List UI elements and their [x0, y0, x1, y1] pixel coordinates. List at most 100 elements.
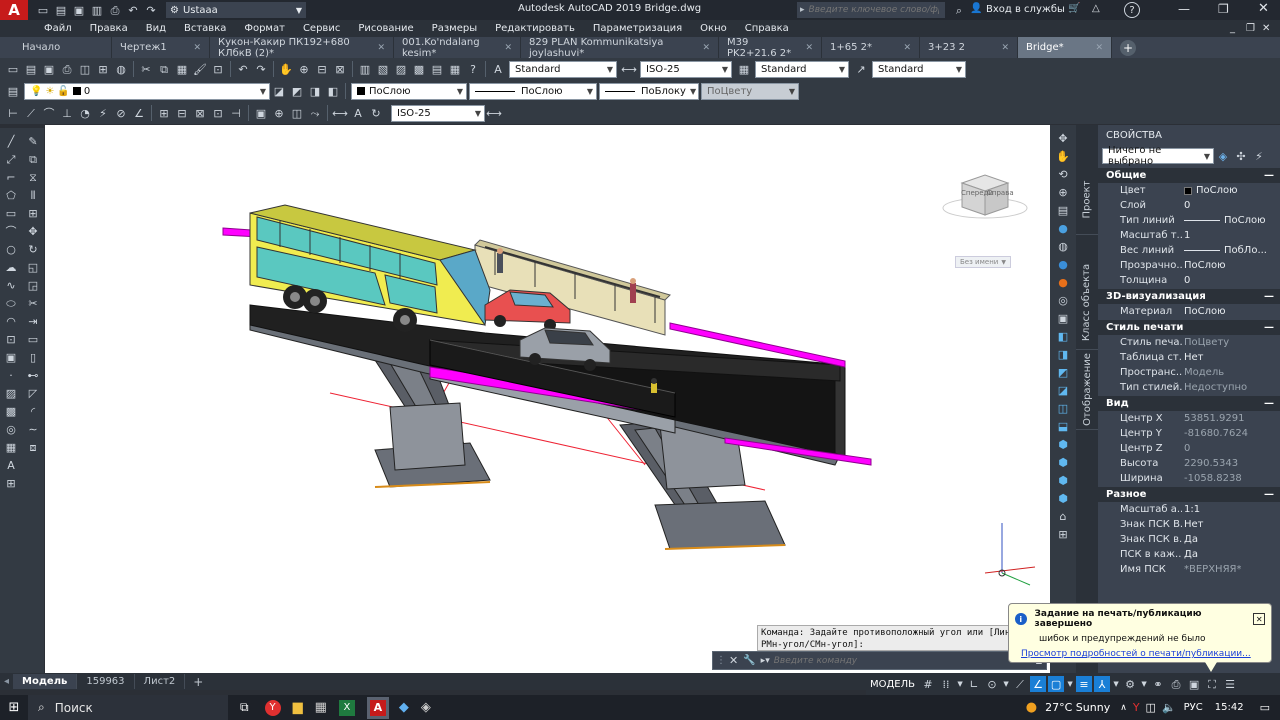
publish-icon[interactable]: ⊞ — [95, 61, 111, 77]
new-layout-button[interactable]: + — [185, 675, 211, 689]
property-row[interactable]: Стиль печа...ПоЦвету — [1098, 335, 1280, 350]
named-view-menu[interactable]: Без имени ▼ — [955, 256, 1011, 268]
ellipse-icon[interactable]: ⬭ — [3, 295, 19, 311]
stretch-icon[interactable]: ◲ — [25, 277, 41, 293]
view-front-icon[interactable]: ◫ — [1055, 400, 1071, 416]
close-tab-icon[interactable]: ✕ — [377, 43, 385, 53]
plot-icon[interactable]: ⎙ — [107, 2, 123, 18]
close-tab-icon[interactable]: ✕ — [193, 43, 201, 53]
linetype-select[interactable]: ПоСлою ▼ — [469, 82, 597, 100]
volume-icon[interactable]: 🔈 — [1162, 701, 1176, 714]
layer-select[interactable]: 💡 ☀ 🔓 0 ▼ — [24, 82, 270, 100]
drawing-viewport[interactable]: Спереди Справа Без имени ▼ — [45, 125, 1050, 673]
point-icon[interactable]: · — [3, 367, 19, 383]
offset-icon[interactable]: ⫴ — [25, 187, 41, 203]
yandex-icon[interactable]: Y — [264, 699, 281, 716]
line-icon[interactable]: ╱ — [3, 133, 19, 149]
search-box[interactable]: ▸ — [797, 2, 945, 18]
viewcube-right-face[interactable]: Справа — [987, 189, 1014, 197]
mirror-icon[interactable]: ⧖ — [25, 169, 41, 185]
mtext-icon[interactable]: A — [3, 457, 19, 473]
chevron-down-icon[interactable]: ▼ — [1140, 676, 1148, 692]
property-row[interactable]: Тип линий ПоСлою — [1098, 213, 1280, 228]
language-indicator[interactable]: РУС — [1184, 702, 1203, 713]
toggle-pickadd-icon[interactable]: ◈ — [1215, 148, 1231, 164]
preview-icon[interactable]: ◫ — [77, 61, 93, 77]
property-value[interactable]: Да — [1182, 549, 1198, 560]
doc-tab[interactable]: 829 PLAN Kommunikatsiya joylashuvi* ✕ — [521, 37, 719, 59]
command-input[interactable] — [773, 655, 1036, 666]
copy-icon[interactable]: ⧉ — [156, 61, 172, 77]
chevron-down-icon[interactable]: ▼ — [1066, 676, 1074, 692]
dim-linear-icon[interactable]: ⊢ — [5, 105, 21, 121]
render-icon[interactable]: ▣ — [1055, 310, 1071, 326]
selection-select[interactable]: Ничего не выбрано ▼ — [1102, 145, 1214, 167]
property-row[interactable]: Материал ПоСлою — [1098, 304, 1280, 319]
menu-draw[interactable]: Рисование — [358, 23, 413, 34]
property-value[interactable]: 0 — [1182, 275, 1190, 286]
vtab-display[interactable]: Отображение — [1076, 350, 1098, 430]
ortho-icon[interactable]: ∟ — [966, 676, 982, 692]
property-value[interactable]: Нет — [1182, 519, 1204, 530]
dim-edit-icon[interactable]: ⟷ — [332, 105, 348, 121]
new-icon[interactable]: ▭ — [35, 2, 51, 18]
property-row[interactable]: Слой 0 — [1098, 198, 1280, 213]
chevron-down-icon[interactable]: ▼ — [1002, 676, 1010, 692]
redo-icon[interactable]: ↷ — [253, 61, 269, 77]
property-section-header[interactable]: Стиль печати — — [1098, 320, 1280, 335]
property-value[interactable]: Нет — [1182, 352, 1204, 363]
help-button[interactable]: ? — [1124, 2, 1140, 18]
property-row[interactable]: Таблица ст... Нет — [1098, 350, 1280, 365]
property-value[interactable]: ПоСлою — [1182, 185, 1238, 196]
match-properties-icon[interactable]: 🖌 — [192, 61, 208, 77]
property-section-header[interactable]: 3D-визуализация — — [1098, 289, 1280, 304]
dim-diameter-icon[interactable]: ⊘ — [113, 105, 129, 121]
windows-start-icon[interactable]: ⊞ — [0, 700, 28, 715]
property-value[interactable]: Модель — [1182, 367, 1224, 378]
annotation-visibility-icon[interactable]: ⅄ — [1094, 676, 1111, 692]
user-icon[interactable]: 👤 — [970, 3, 982, 14]
property-row[interactable]: Знак ПСК В...Нет — [1098, 517, 1280, 532]
explode-icon[interactable]: ⧈ — [25, 439, 41, 455]
zoom-window-icon[interactable]: ⊟ — [314, 61, 330, 77]
doc-minimize-icon[interactable]: _ — [1230, 23, 1235, 34]
clean-screen-icon[interactable]: ⛶ — [1204, 676, 1220, 692]
binoculars-icon[interactable]: ⌕ — [951, 2, 967, 18]
property-value[interactable]: 2290.5343 — [1182, 458, 1238, 469]
object-snap-icon[interactable]: ▢ — [1048, 676, 1065, 692]
select-objects-icon[interactable]: ✣ — [1233, 148, 1249, 164]
lineweight-select[interactable]: ПоБлоку ▼ — [599, 82, 699, 100]
collapse-icon[interactable]: — — [1264, 322, 1274, 333]
undo-icon[interactable]: ↶ — [235, 61, 251, 77]
mleader-style-select[interactable]: Standard ▼ — [872, 60, 966, 78]
menu-format[interactable]: Формат — [244, 23, 285, 34]
property-value[interactable]: *ВЕРХНЯЯ* — [1182, 564, 1241, 575]
rotate-icon[interactable]: ↻ — [25, 241, 41, 257]
new-icon[interactable]: ▭ — [5, 61, 21, 77]
notification-link[interactable]: Просмотр подробностей о печати/публикаци… — [1021, 649, 1265, 659]
property-row[interactable]: Цвет ПоСлою — [1098, 183, 1280, 198]
property-value[interactable]: 0 — [1182, 443, 1190, 454]
zoom-previous-icon[interactable]: ⊠ — [332, 61, 348, 77]
notifications-icon[interactable]: ▭ — [1260, 701, 1270, 714]
polyline-icon[interactable]: ⌐ — [3, 169, 19, 185]
iso-ne-icon[interactable]: ⬢ — [1055, 472, 1071, 488]
shaded-icon[interactable]: ● — [1055, 256, 1071, 272]
lineweight-icon[interactable]: ≡ — [1076, 676, 1093, 692]
cart-icon[interactable]: 🛒 — [1068, 3, 1080, 14]
customize-icon[interactable]: 🔧 — [743, 655, 755, 666]
trim-icon[interactable]: ✂ — [25, 295, 41, 311]
property-value[interactable]: 1 — [1182, 230, 1190, 241]
property-row[interactable]: ПСК в каж... Да — [1098, 547, 1280, 562]
showmotion-icon[interactable]: ▤ — [1055, 202, 1071, 218]
workspace-gear-icon[interactable]: ⚙ — [1122, 676, 1138, 692]
sphere-icon[interactable]: ● — [1055, 220, 1071, 236]
dim-text-edit-icon[interactable]: A — [350, 105, 366, 121]
scale-icon[interactable]: ◱ — [25, 259, 41, 275]
3d-print-icon[interactable]: ◍ — [113, 61, 129, 77]
close-icon[interactable]: ✕ — [1258, 1, 1269, 16]
inspect-icon[interactable]: ◫ — [289, 105, 305, 121]
join-icon[interactable]: ⊷ — [25, 367, 41, 383]
clock[interactable]: 15:42 — [1215, 702, 1244, 713]
zoom-realtime-icon[interactable]: ⊕ — [296, 61, 312, 77]
